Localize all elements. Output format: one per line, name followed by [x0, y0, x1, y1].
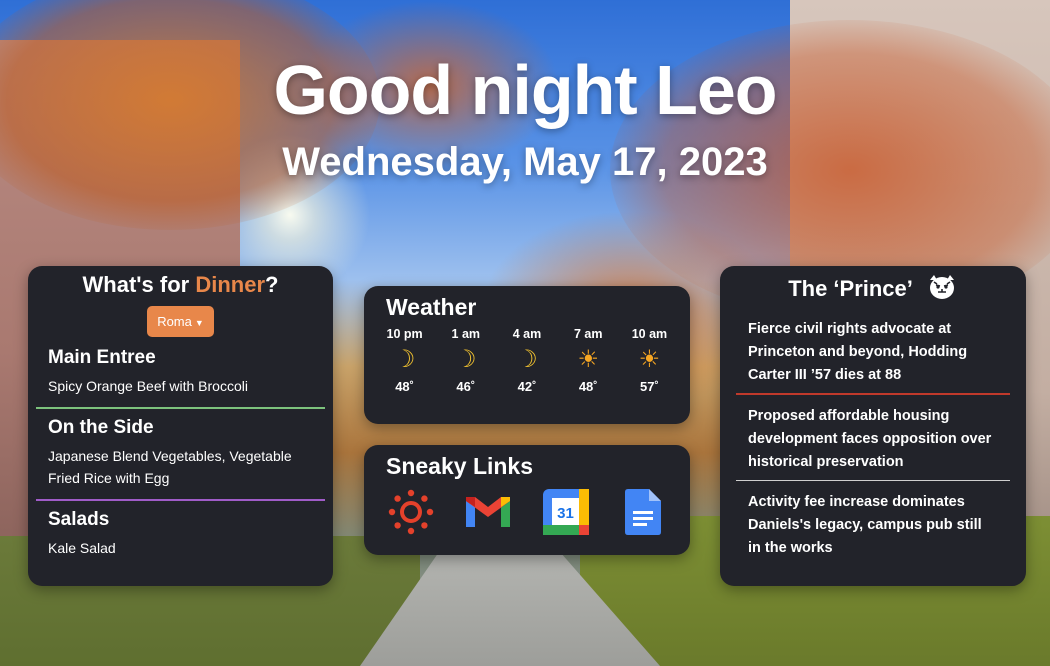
forecast-hour: 7 am ☀ 48˚ — [558, 327, 619, 394]
news-headline-link[interactable]: Proposed affordable housing development … — [720, 405, 1026, 474]
dining-hall-dropdown[interactable]: Roma ▼ — [147, 306, 214, 337]
forecast-temp: 46˚ — [456, 379, 476, 394]
greeting-heading: Good night Leo — [273, 51, 777, 129]
gmail-icon[interactable] — [464, 488, 512, 536]
news-headline-link[interactable]: Activity fee increase dominates Daniels'… — [720, 491, 1026, 560]
section-divider — [36, 499, 325, 501]
forecast-hour: 4 am ☽ 42˚ — [496, 327, 557, 394]
forecast-hour: 1 am ☽ 46˚ — [435, 327, 496, 394]
dinner-card: What's for Dinner? Roma ▼ Main Entree Spi… — [28, 266, 333, 586]
prince-news-card: The ‘Prince’ Fierce civil rights advocat… — [720, 266, 1026, 586]
section-heading: On the Side — [48, 417, 154, 438]
section-heading: Salads — [48, 509, 110, 530]
moon-icon: ☽ — [455, 346, 477, 373]
forecast-hour: 10 pm ☽ 48˚ — [374, 327, 435, 394]
dinner-title-prefix: What's for — [82, 272, 196, 297]
weather-title: Weather — [386, 294, 477, 320]
section-items: Japanese Blend Vegetables, Vegetable Fri… — [48, 448, 292, 486]
dinner-title: What's for Dinner? — [28, 272, 333, 298]
section-items: Spicy Orange Beef with Broccoli — [48, 378, 248, 394]
tiger-icon — [926, 274, 958, 306]
dining-hall-label: Roma — [157, 314, 192, 329]
sun-icon: ☀ — [577, 346, 599, 373]
calendar-day-label: 31 — [557, 505, 574, 522]
forecast-temp: 42˚ — [517, 379, 537, 394]
weather-card: Weather 10 pm ☽ 48˚ 1 am ☽ 46˚ 4 am ☽ 42… — [364, 286, 690, 424]
forecast-temp: 57˚ — [640, 379, 659, 394]
dinner-title-accent: Dinner — [195, 272, 266, 297]
google-docs-icon[interactable] — [619, 488, 667, 536]
moon-icon: ☽ — [516, 346, 538, 373]
news-divider — [736, 393, 1010, 395]
forecast-time: 1 am — [451, 327, 481, 341]
prince-title-row: The ‘Prince’ — [720, 274, 1026, 306]
news-divider — [736, 479, 1010, 481]
forecast-time: 10 pm — [386, 327, 423, 341]
sun-icon: ☀ — [638, 346, 661, 373]
forecast-hour: 10 am ☀ 57˚ — [619, 327, 680, 394]
caret-down-icon: ▼ — [194, 318, 204, 328]
prince-title: The ‘Prince’ — [788, 275, 912, 301]
forecast-temp: 48˚ — [578, 379, 598, 394]
canvas-icon[interactable] — [387, 488, 435, 536]
section-items: Kale Salad — [48, 540, 116, 556]
links-card: Sneaky Links 31 — [364, 445, 690, 555]
news-headline-link[interactable]: Fierce civil rights advocate at Princeto… — [720, 318, 1026, 387]
google-calendar-icon[interactable]: 31 — [542, 488, 590, 536]
section-heading: Main Entree — [48, 347, 156, 368]
links-title: Sneaky Links — [386, 453, 534, 479]
section-divider — [36, 407, 325, 409]
forecast-time: 7 am — [573, 327, 603, 341]
dinner-title-suffix: ? — [265, 272, 279, 297]
moon-icon: ☽ — [393, 346, 416, 373]
forecast-temp: 48˚ — [395, 379, 414, 394]
date-heading: Wednesday, May 17, 2023 — [282, 140, 768, 184]
forecast-time: 4 am — [512, 327, 542, 341]
forecast-time: 10 am — [631, 327, 668, 341]
